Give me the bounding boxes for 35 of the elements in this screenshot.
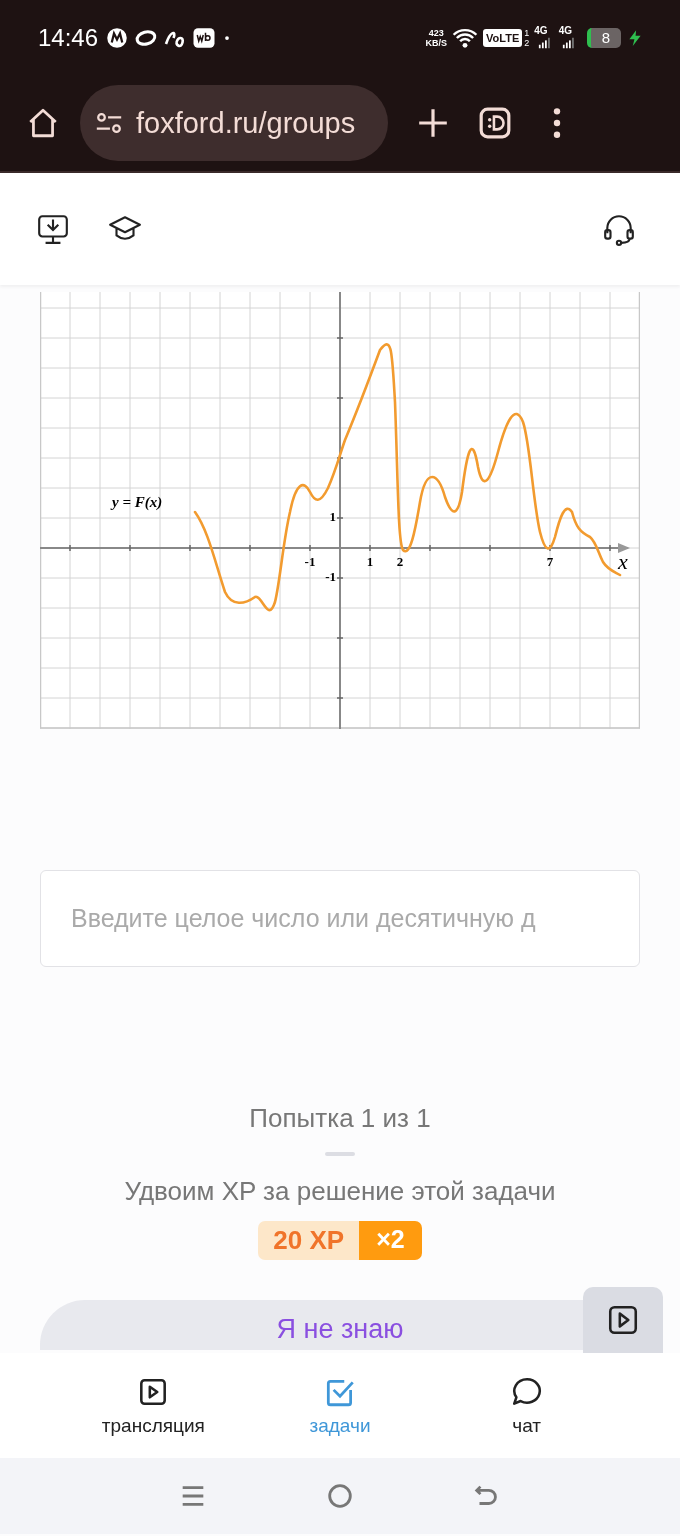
network-type: 4G bbox=[534, 25, 548, 36]
headset-icon[interactable] bbox=[602, 212, 636, 246]
url-text: foxford.ru/groups bbox=[136, 106, 356, 140]
app-icon bbox=[192, 25, 217, 50]
nav-tab[interactable]: чат bbox=[456, 1353, 597, 1458]
attempt-counter: Попытка 1 из 1 bbox=[249, 1103, 431, 1134]
dont-know-button[interactable]: Я не знаю bbox=[40, 1300, 583, 1350]
sim-number: 1 bbox=[524, 27, 530, 38]
network-type: 4G bbox=[558, 25, 572, 36]
tick-label: 1 bbox=[365, 554, 375, 570]
play-icon bbox=[606, 1303, 640, 1337]
bonus-text: Удвоим XP за решение этой задачи bbox=[124, 1176, 556, 1207]
tick-label: 7 bbox=[545, 554, 555, 570]
video-button[interactable] bbox=[583, 1287, 663, 1353]
tick-label: 1 bbox=[328, 509, 336, 525]
tick-label: -1 bbox=[303, 554, 317, 570]
tick-label: -1 bbox=[324, 569, 336, 585]
tick-label: 2 bbox=[395, 554, 405, 570]
speed-unit: KB/S bbox=[425, 37, 448, 48]
answer-field[interactable]: Введите целое число или десятичную д bbox=[40, 870, 640, 967]
multiplier-badge: ×2 bbox=[359, 1221, 422, 1260]
network-speed: 423 bbox=[428, 27, 444, 38]
clock: 14:46 bbox=[38, 23, 99, 52]
function-label: y = F(x) bbox=[112, 494, 163, 511]
sim-number: 2 bbox=[524, 37, 530, 48]
tab-switcher-icon[interactable] bbox=[478, 106, 512, 140]
address-bar[interactable]: foxford.ru/groups bbox=[80, 85, 388, 161]
nav-tab[interactable]: трансляция bbox=[83, 1353, 224, 1458]
new-tab-icon[interactable] bbox=[416, 106, 450, 140]
xp-badge: 20 XP bbox=[258, 1221, 360, 1260]
battery-level: 8 bbox=[601, 29, 611, 46]
axis-label: x bbox=[618, 549, 628, 575]
download-icon[interactable] bbox=[36, 212, 70, 246]
volte-badge: VoLTE bbox=[483, 28, 523, 47]
app-icon bbox=[105, 25, 130, 50]
